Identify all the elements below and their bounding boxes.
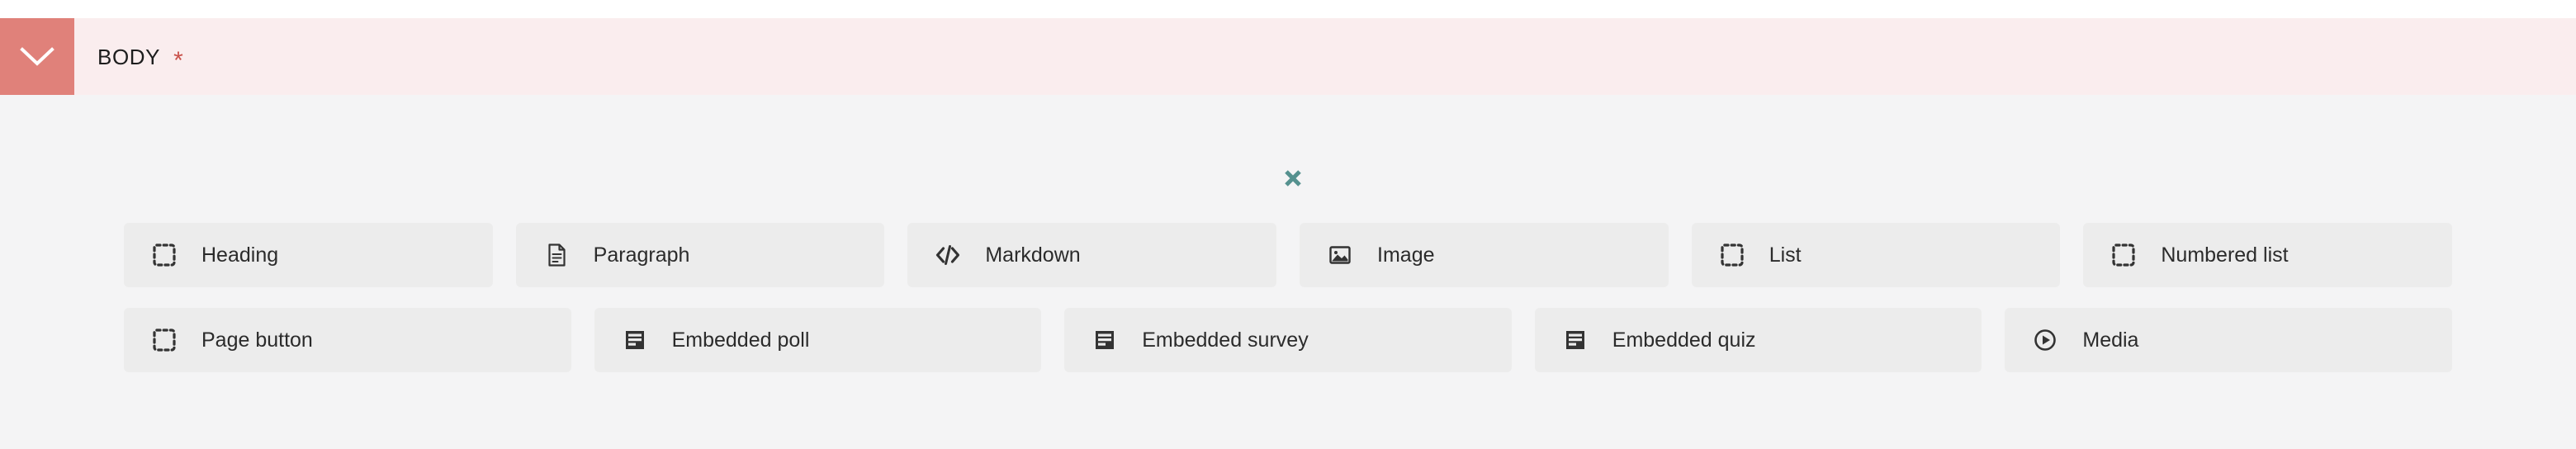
placeholder-dashed-square-icon	[150, 241, 178, 269]
section-header-title-group: BODY *	[74, 18, 183, 95]
block-type-list: Heading Paragraph Markdown Image List Nu…	[0, 223, 2576, 372]
collapse-toggle-button[interactable]	[0, 18, 74, 95]
form-rows-icon	[1091, 326, 1119, 354]
image-icon	[1326, 241, 1354, 269]
close-row	[0, 164, 2576, 192]
block-button-label: Media	[2082, 328, 2139, 352]
close-icon	[1282, 168, 1304, 189]
block-button-markdown[interactable]: Markdown	[907, 223, 1277, 287]
block-button-label: Numbered list	[2161, 243, 2289, 267]
block-button-label: Heading	[201, 243, 279, 267]
page-title: BODY	[97, 44, 161, 69]
block-button-numbered-list[interactable]: Numbered list	[2083, 223, 2453, 287]
block-button-label: Page button	[201, 328, 313, 352]
placeholder-dashed-square-icon	[2110, 241, 2138, 269]
block-row: Page button Embedded poll Embedded surve…	[0, 308, 2576, 372]
block-button-label: List	[1769, 243, 1802, 267]
block-button-label: Paragraph	[593, 243, 690, 267]
document-text-icon	[542, 241, 571, 269]
block-button-media[interactable]: Media	[2005, 308, 2452, 372]
block-button-label: Image	[1377, 243, 1435, 267]
block-editor-section: BODY * Heading Paragraph Markdown Image …	[0, 0, 2576, 449]
form-rows-icon	[1561, 326, 1589, 354]
placeholder-dashed-square-icon	[1718, 241, 1746, 269]
block-button-list[interactable]: List	[1691, 223, 2061, 287]
block-button-label: Embedded poll	[671, 328, 810, 352]
block-button-label: Embedded quiz	[1612, 328, 1756, 352]
block-button-heading[interactable]: Heading	[124, 223, 493, 287]
play-circle-icon	[2031, 326, 2059, 354]
chevron-down-icon	[20, 46, 54, 68]
close-picker-button[interactable]	[1278, 164, 1308, 192]
placeholder-dashed-square-icon	[150, 326, 178, 354]
block-picker-panel: Heading Paragraph Markdown Image List Nu…	[0, 95, 2576, 449]
block-button-label: Embedded survey	[1142, 328, 1309, 352]
code-brackets-icon	[934, 241, 962, 269]
block-button-image[interactable]: Image	[1300, 223, 1669, 287]
block-button-paragraph[interactable]: Paragraph	[515, 223, 885, 287]
block-button-embedded-survey[interactable]: Embedded survey	[1064, 308, 1512, 372]
required-asterisk: *	[173, 46, 183, 74]
block-button-embedded-quiz[interactable]: Embedded quiz	[1534, 308, 1982, 372]
block-button-label: Markdown	[985, 243, 1081, 267]
block-button-page-button[interactable]: Page button	[124, 308, 571, 372]
section-header: BODY *	[0, 18, 2576, 95]
block-row: Heading Paragraph Markdown Image List Nu…	[0, 223, 2576, 287]
block-button-embedded-poll[interactable]: Embedded poll	[594, 308, 1042, 372]
form-rows-icon	[621, 326, 649, 354]
